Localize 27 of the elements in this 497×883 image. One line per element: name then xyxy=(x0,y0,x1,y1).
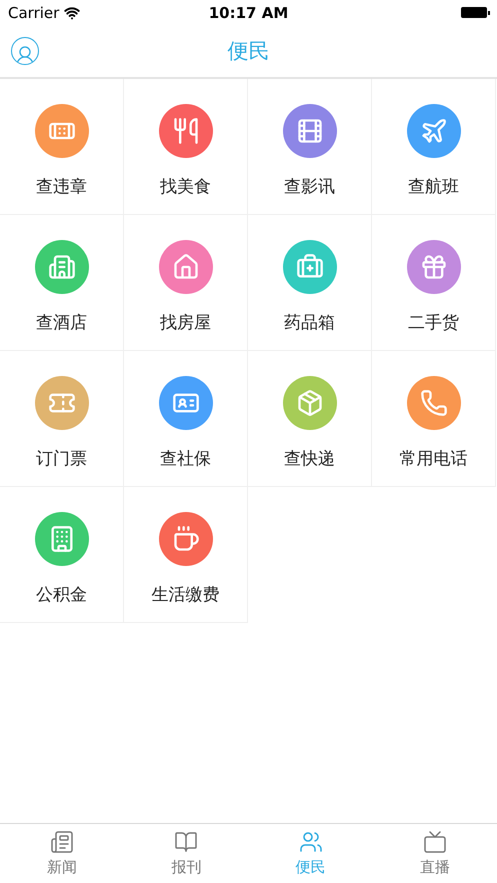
service-tile[interactable]: 公积金 xyxy=(0,487,124,623)
tab-item[interactable]: 报刊 xyxy=(124,824,248,883)
service-tile[interactable]: 查航班 xyxy=(372,79,496,215)
service-tile[interactable]: 找美食 xyxy=(124,79,248,215)
service-tile[interactable]: 查影讯 xyxy=(248,79,372,215)
tab-item[interactable]: 直播 xyxy=(372,824,497,883)
service-tile[interactable]: 常用电话 xyxy=(372,351,496,487)
service-tile[interactable]: 二手货 xyxy=(372,215,496,351)
battery-icon xyxy=(461,6,491,18)
service-tile[interactable]: 查社保 xyxy=(124,351,248,487)
carrier-label: Carrier xyxy=(8,4,60,22)
service-tile[interactable]: 生活缴费 xyxy=(124,487,248,623)
service-tile[interactable]: 订门票 xyxy=(0,351,124,487)
profile-icon[interactable] xyxy=(11,37,39,65)
newspaper-icon xyxy=(50,830,74,854)
service-tile[interactable]: 找房屋 xyxy=(124,215,248,351)
service-tile[interactable]: 查酒店 xyxy=(0,215,124,351)
service-tile[interactable]: 查违章 xyxy=(0,79,124,215)
wifi-icon xyxy=(64,4,80,20)
tv-icon xyxy=(422,830,447,854)
service-tile[interactable]: 查快递 xyxy=(248,351,372,487)
page-title: 便民 xyxy=(228,38,270,65)
tab-item[interactable]: 新闻 xyxy=(0,824,124,883)
service-tile[interactable]: 药品箱 xyxy=(248,215,372,351)
book-icon xyxy=(174,830,198,854)
people-icon xyxy=(298,830,323,854)
clock-time: 10:17 AM xyxy=(208,4,288,22)
